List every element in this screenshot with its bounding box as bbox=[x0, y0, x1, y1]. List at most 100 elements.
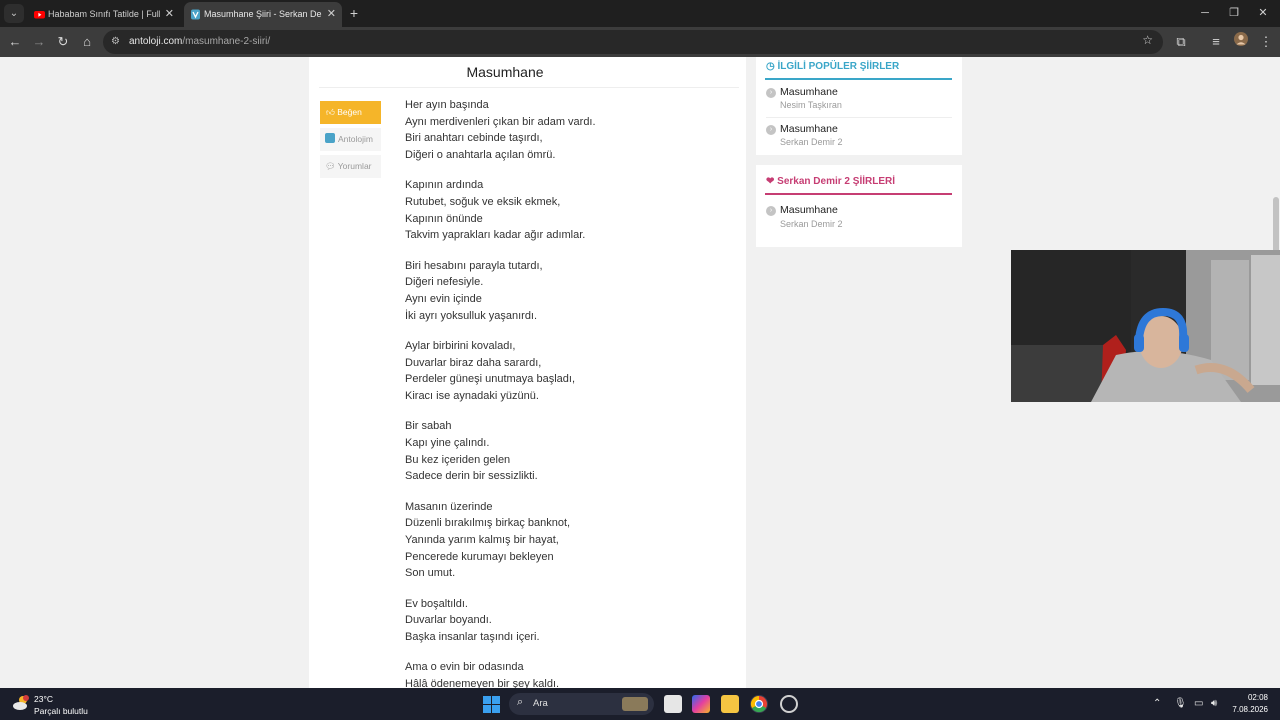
app-icon[interactable] bbox=[780, 695, 798, 713]
thumbs-up-icon: 👍︎ bbox=[326, 107, 335, 117]
author-poems-card: ❤ Serkan Demir 2 ŞİİRLERİ › Masumhane Se… bbox=[756, 165, 962, 247]
author-link[interactable]: Serkan Demir 2 bbox=[780, 219, 843, 229]
partly-cloudy-icon bbox=[13, 695, 29, 710]
poem-line: Hâlâ ödenemeyen bir şey kaldı. bbox=[405, 677, 560, 688]
poem-line: Aynı merdivenleri çıkan bir adam vardı. bbox=[405, 115, 596, 128]
search-label: Ara bbox=[533, 698, 548, 709]
screen: ⌄ Hababam Sınıfı Tatilde | Full HD ✕ Mas… bbox=[0, 0, 1280, 720]
task-view-icon[interactable] bbox=[664, 695, 682, 713]
search-icon: ⌕ bbox=[517, 696, 524, 708]
taskbar-search[interactable]: ⌕ Ara bbox=[509, 693, 654, 715]
poem-link[interactable]: Masumhane bbox=[780, 204, 838, 216]
comments-button[interactable]: 💬︎ Yorumlar bbox=[320, 155, 381, 178]
url-text: antoloji.com/masumhane-2-siiri/ bbox=[129, 30, 270, 54]
poem-line: Düzenli bırakılmış birkaç banknot, bbox=[405, 517, 571, 530]
chevron-right-icon: › bbox=[766, 125, 776, 135]
tab-search-button[interactable]: ⌄ bbox=[4, 4, 24, 23]
url-host: antoloji.com bbox=[129, 36, 183, 47]
poem-line: Aynı evin içinde bbox=[405, 293, 482, 306]
page-title: Masumhane bbox=[466, 64, 544, 80]
chevron-right-icon: › bbox=[766, 88, 776, 98]
browser-menu-icon[interactable]: ⋮ bbox=[1256, 32, 1276, 52]
poem-content: Masumhane 👍︎ Beğen Antolojim 💬︎ Yorumlar … bbox=[309, 57, 746, 688]
poem-line: Son umut. bbox=[405, 567, 456, 580]
antolojim-button[interactable]: Antolojim bbox=[320, 128, 381, 151]
antolojim-icon bbox=[325, 133, 335, 143]
poem-line: Pencerede kurumayı bekleyen bbox=[405, 550, 554, 563]
poem-stanza: Kapının ardında Rutubet, soğuk ve eksik e… bbox=[405, 177, 735, 244]
poem-link[interactable]: Masumhane bbox=[780, 86, 838, 98]
extensions-icon[interactable]: ⧉ bbox=[1171, 32, 1191, 52]
like-button[interactable]: 👍︎ Beğen bbox=[320, 101, 381, 124]
heart-icon: ❤ bbox=[766, 176, 775, 187]
author-link[interactable]: Serkan Demir 2 bbox=[780, 137, 843, 147]
poem-line: Biri anahtarı cebinde taşırdı, bbox=[405, 132, 543, 145]
home-icon[interactable]: ⌂ bbox=[77, 32, 97, 52]
poem-line: Diğeri nefesiyle. bbox=[405, 276, 484, 289]
weather-temperature: 23°C bbox=[34, 694, 53, 704]
browser-toolbar: ← → ↻ ⌂ ⚙ antoloji.com/masumhane-2-siiri… bbox=[0, 27, 1280, 57]
file-explorer-icon[interactable] bbox=[721, 695, 739, 713]
poem-stanza: Aylar birbirini kovaladı, Duvarlar biraz … bbox=[405, 338, 735, 405]
youtube-icon bbox=[34, 11, 45, 19]
poem-stanza: Biri hesabını parayla tutardı, Diğeri nef… bbox=[405, 258, 735, 325]
popular-poems-heading: ◷ İLGİLİ POPÜLER ŞİİRLER bbox=[766, 61, 899, 72]
poem-line: Biri hesabını parayla tutardı, bbox=[405, 259, 543, 272]
author-link[interactable]: Nesim Taşkıran bbox=[780, 100, 842, 110]
like-label: Beğen bbox=[337, 107, 362, 117]
tab-antoloji[interactable]: Masumhane Şiiri - Serkan Demir ✕ bbox=[184, 2, 342, 27]
close-tab-icon[interactable]: ✕ bbox=[165, 2, 174, 27]
webcam-image bbox=[1011, 250, 1280, 402]
comments-icon: 💬︎ bbox=[325, 161, 336, 171]
poem-line: Bir sabah bbox=[405, 420, 452, 433]
clock-date: 7.08.2026 bbox=[1232, 705, 1268, 714]
forward-icon[interactable]: → bbox=[29, 32, 49, 52]
poem-line: Kiracı ise aynadaki yüzünü. bbox=[405, 390, 539, 403]
media-queue-icon[interactable]: ≡ bbox=[1206, 32, 1226, 52]
address-bar[interactable]: ⚙ antoloji.com/masumhane-2-siiri/ ☆ bbox=[103, 30, 1163, 54]
reload-icon[interactable]: ↻ bbox=[53, 32, 73, 52]
chevron-up-icon[interactable]: ⌃ bbox=[1153, 696, 1161, 712]
tab-youtube[interactable]: Hababam Sınıfı Tatilde | Full HD ✕ bbox=[28, 2, 180, 27]
author-poems-heading: ❤ Serkan Demir 2 ŞİİRLERİ bbox=[766, 176, 895, 187]
clock-time: 02:08 bbox=[1247, 693, 1268, 702]
close-window-icon[interactable]: ✕ bbox=[1246, 0, 1280, 27]
copilot-icon[interactable] bbox=[692, 695, 710, 713]
poem-line: Masanın üzerinde bbox=[405, 500, 493, 513]
poem-stanza: Ama o evin bir odasında Hâlâ ödenemeyen b… bbox=[405, 659, 735, 688]
poem-line: Aylar birbirini kovaladı, bbox=[405, 339, 516, 352]
poem-line: Duvarlar boyandı. bbox=[405, 614, 492, 627]
poem-line: Kapı yine çalındı. bbox=[405, 436, 490, 449]
system-clock[interactable]: 02:08 7.08.2026 bbox=[1232, 692, 1268, 716]
antoloji-icon bbox=[191, 9, 200, 20]
display-icon[interactable]: ▭ bbox=[1194, 696, 1203, 712]
poem-line: Perdeler güneşi unutmaya başladı, bbox=[405, 373, 575, 386]
popular-poems-title: İLGİLİ POPÜLER ŞİİRLER bbox=[777, 61, 900, 72]
close-tab-icon[interactable]: ✕ bbox=[327, 2, 336, 27]
poem-line: Duvarlar biraz daha sarardı, bbox=[405, 356, 542, 369]
poem-line: Rutubet, soğuk ve eksik ekmek, bbox=[405, 196, 561, 209]
author-poems-title: Serkan Demir 2 ŞİİRLERİ bbox=[777, 176, 895, 187]
poem-line: Kapının önünde bbox=[405, 212, 483, 225]
avatar[interactable] bbox=[1231, 32, 1251, 52]
bookmark-star-icon[interactable]: ☆ bbox=[1142, 33, 1153, 47]
comments-label: Yorumlar bbox=[337, 161, 372, 171]
tab-title: Hababam Sınıfı Tatilde | Full HD bbox=[48, 9, 160, 19]
site-info-icon[interactable]: ⚙ bbox=[111, 34, 125, 50]
poem-line: Ev boşaltıldı. bbox=[405, 597, 468, 610]
poem-line: İki ayrı yoksulluk yaşanırdı. bbox=[405, 309, 538, 322]
windows-start-icon[interactable] bbox=[483, 696, 500, 713]
poem-line: Takvim yaprakları kadar ağır adımlar. bbox=[405, 229, 586, 242]
chrome-icon[interactable] bbox=[750, 695, 768, 713]
new-tab-button[interactable]: + bbox=[345, 3, 363, 23]
microphone-icon[interactable]: 🎙︎ bbox=[1174, 696, 1187, 712]
profile-avatar-icon bbox=[1234, 32, 1248, 46]
poem-body: Her ayın başında Aynı merdivenleri çıkan … bbox=[405, 97, 735, 688]
weather-widget[interactable]: 23°C Parçalı bulutlu bbox=[12, 692, 112, 718]
volume-icon[interactable]: 🔊︎ bbox=[1211, 696, 1217, 712]
poem-link[interactable]: Masumhane bbox=[780, 123, 838, 135]
heading-underline bbox=[765, 78, 952, 80]
search-highlight-image bbox=[622, 697, 648, 711]
back-icon[interactable]: ← bbox=[5, 32, 25, 52]
poem-stanza: Masanın üzerinde Düzenli bırakılmış birka… bbox=[405, 499, 735, 583]
